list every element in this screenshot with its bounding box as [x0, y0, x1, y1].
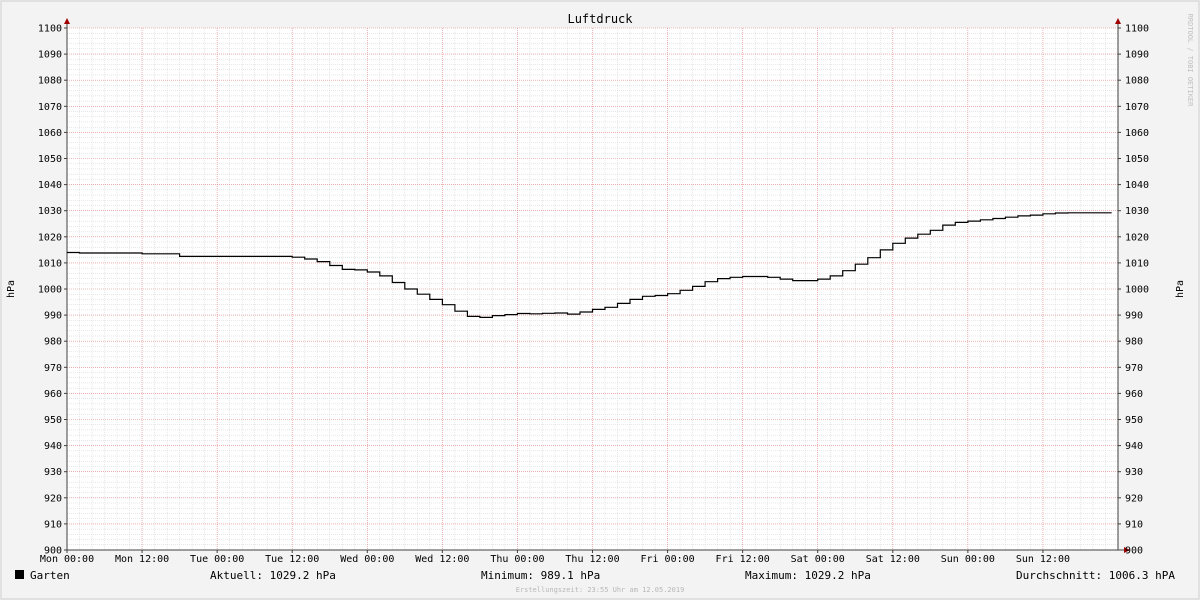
y-tick-label-right: 950 [1125, 415, 1143, 426]
x-tick-label: Tue 00:00 [190, 554, 244, 565]
y-tick-label-right: 960 [1125, 389, 1143, 400]
x-tick-label: Mon 00:00 [40, 554, 94, 565]
y-tick-label-left: 930 [44, 467, 62, 478]
y-tick-label-right: 910 [1125, 519, 1143, 530]
legend-average: Durchschnitt: 1006.3 hPA [1016, 569, 1175, 582]
y-tick-label-right: 990 [1125, 311, 1143, 322]
y-tick-label-left: 980 [44, 337, 62, 348]
creation-time: Erstellungszeit: 23:55 Uhr am 12.05.2019 [516, 586, 685, 594]
y-tick-label-right: 1080 [1125, 76, 1149, 87]
y-tick-label-left: 1000 [38, 285, 62, 296]
y-tick-label-left: 950 [44, 415, 62, 426]
chart-title: Luftdruck [567, 12, 633, 26]
x-tick-label: Fri 12:00 [716, 554, 770, 565]
chart-root: 900 900 910 910 920 920 930 930 940 940 950 950 960 9… [0, 0, 1200, 600]
watermark: RRDTOOL / TOBI OETIKER [1186, 14, 1194, 108]
y-tick-label-left: 1080 [38, 76, 62, 87]
y-tick-label-right: 930 [1125, 467, 1143, 478]
legend-current: Aktuell: 1029.2 hPa [210, 569, 336, 582]
y-tick-label-right: 1000 [1125, 285, 1149, 296]
x-tick-label: Sat 00:00 [791, 554, 845, 565]
y-tick-label-right: 1100 [1125, 24, 1149, 35]
x-tick-label: Thu 00:00 [490, 554, 544, 565]
legend-maximum: Maximum: 1029.2 hPa [745, 569, 871, 582]
y-tick-label-right: 980 [1125, 337, 1143, 348]
y-axis-label-left: hPa [6, 280, 17, 298]
y-tick-label-left: 1100 [38, 24, 62, 35]
y-tick-label-right: 1050 [1125, 154, 1149, 165]
x-tick-label: Thu 12:00 [565, 554, 619, 565]
x-tick-label: Fri 00:00 [640, 554, 694, 565]
x-tick-label: Wed 12:00 [415, 554, 469, 565]
y-tick-label-right: 970 [1125, 363, 1143, 374]
y-tick-label-right: 940 [1125, 441, 1143, 452]
y-tick-label-left: 1060 [38, 128, 62, 139]
y-tick-label-left: 1070 [38, 102, 62, 113]
x-tick-label: Sat 12:00 [866, 554, 920, 565]
y-tick-label-left: 1020 [38, 232, 62, 243]
y-axis-label-right: hPa [1175, 280, 1186, 298]
y-tick-label-right: 1090 [1125, 50, 1149, 61]
x-tick-label: Tue 12:00 [265, 554, 319, 565]
y-tick-label-left: 960 [44, 389, 62, 400]
y-tick-label-left: 920 [44, 493, 62, 504]
x-tick-label: Sun 00:00 [941, 554, 995, 565]
legend-series-name: Garten [30, 569, 70, 582]
y-tick-label-left: 1090 [38, 50, 62, 61]
x-tick-label: Mon 12:00 [115, 554, 169, 565]
pressure-chart: 900 900910 910920 920930 930940 940950 950960 9… [0, 0, 1200, 600]
legend-minimum: Minimum: 989.1 hPa [481, 569, 600, 582]
y-tick-label-right: 1030 [1125, 206, 1149, 217]
y-tick-label-left: 1040 [38, 180, 62, 191]
y-tick-label-left: 990 [44, 311, 62, 322]
y-tick-label-right: 1010 [1125, 258, 1149, 269]
y-tick-label-left: 1010 [38, 258, 62, 269]
y-tick-label-right: 1040 [1125, 180, 1149, 191]
x-tick-label: Sun 12:00 [1016, 554, 1070, 565]
y-tick-label-left: 970 [44, 363, 62, 374]
y-tick-label-left: 940 [44, 441, 62, 452]
x-tick-label: Wed 00:00 [340, 554, 394, 565]
y-tick-label-left: 1030 [38, 206, 62, 217]
y-tick-label-right: 1060 [1125, 128, 1149, 139]
y-tick-label-left: 910 [44, 519, 62, 530]
y-tick-label-right: 920 [1125, 493, 1143, 504]
y-tick-label-right: 1020 [1125, 232, 1149, 243]
y-tick-label-right: 1070 [1125, 102, 1149, 113]
y-tick-label-left: 1050 [38, 154, 62, 165]
legend-swatch [15, 570, 24, 579]
y-tick-label-right: 900 [1125, 546, 1143, 557]
